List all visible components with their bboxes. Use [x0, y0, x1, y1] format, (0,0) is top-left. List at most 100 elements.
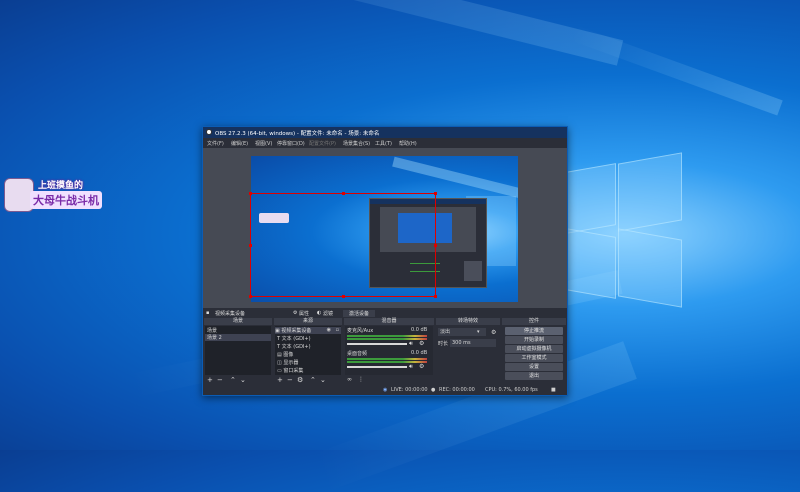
move-down-icon[interactable]: ⌄ [240, 376, 246, 384]
windows-logo [560, 150, 682, 310]
source-item[interactable]: ▣ 视频采集设备 ◉ ▫ [275, 327, 341, 334]
menu-edit[interactable]: 编辑(E) [231, 140, 248, 147]
move-down-icon[interactable]: ⌄ [320, 376, 326, 384]
channel-db: 0.0 dB [411, 327, 428, 333]
mixer-header: 混音器 [344, 318, 434, 325]
title-bar[interactable]: OBS 27.2.3 (64-bit, windows) - 配置文件: 未命名… [203, 127, 567, 138]
menu-profile: 配置文件(P) [309, 141, 336, 147]
mixer-panel: 麦克风/Aux 0.0 dB 🔊︎ ⚙ 桌面音频 0.0 dB 🔊︎ ⚙ [345, 326, 433, 375]
source-item[interactable]: ▤ 图像 [277, 351, 293, 358]
resize-handle[interactable] [342, 295, 345, 298]
resize-handle[interactable] [249, 295, 252, 298]
sources-dock: 来源 ▣ 视频采集设备 ◉ ▫ T 文本 (GDI+) T 文本 (GDI+) … [274, 318, 342, 385]
text-icon: T [277, 344, 281, 350]
volume-slider[interactable] [347, 366, 407, 368]
scenes-header: 场景 [204, 318, 272, 325]
maximize-button[interactable] [529, 128, 543, 137]
scene-item[interactable]: 场景 [207, 327, 217, 334]
mixer-footer: ∞ ⋮ [344, 375, 434, 385]
scenes-dock: 场景 场景 场景 2 + − ⌃ ⌄ [204, 318, 272, 385]
scenes-footer: + − ⌃ ⌄ [204, 375, 272, 385]
source-label: 文本 (GDI+) [281, 336, 311, 342]
move-up-icon[interactable]: ⌃ [310, 376, 316, 384]
resize-handle[interactable] [434, 192, 437, 195]
transitions-header: 转场特效 [436, 318, 500, 325]
source-item[interactable]: ▭ 窗口采集 [277, 367, 303, 374]
speaker-icon[interactable]: 🔊︎ [409, 340, 413, 348]
menu-scene-collection[interactable]: 场景集合(S) [343, 140, 370, 147]
studio-mode-button[interactable]: 工作室模式 [505, 354, 563, 362]
gear-icon[interactable]: ⚙ [297, 376, 303, 384]
menu-view[interactable]: 视图(V) [255, 140, 272, 147]
exit-button[interactable]: 退出 [505, 372, 563, 380]
cpu-fps: CPU: 0.7%, 60.00 fps [485, 387, 538, 393]
selection-box[interactable] [250, 193, 436, 297]
live-time: LIVE: 00:00:00 [391, 387, 428, 393]
settings-button[interactable]: 设置 [505, 363, 563, 371]
source-item[interactable]: ◫ 显示器 [277, 359, 298, 366]
gear-icon[interactable]: ⚙ [491, 329, 496, 336]
add-source-icon[interactable]: + [277, 376, 283, 384]
transitions-dock: 转场特效 淡出 ▾ ⚙ 时长 300 ms [436, 318, 500, 385]
remove-source-icon[interactable]: − [287, 376, 293, 384]
rec-time: REC: 00:00:00 [439, 387, 475, 393]
menu-file[interactable]: 文件(F) [207, 140, 224, 147]
source-label: 窗口采集 [283, 368, 304, 374]
source-item[interactable]: T 文本 (GDI+) [277, 343, 311, 350]
camera-icon: ▪ [206, 310, 210, 316]
add-scene-icon[interactable]: + [207, 376, 213, 384]
menu-docks[interactable]: 停靠窗口(D) [277, 140, 305, 147]
monitor-icon: ◫ [277, 360, 282, 366]
gear-icon: ⚙ [293, 310, 298, 316]
minimize-button[interactable] [511, 128, 525, 137]
duration-field[interactable]: 300 ms [450, 339, 496, 347]
menu-tools[interactable]: 工具(T) [375, 140, 392, 147]
window-icon: ▭ [277, 368, 282, 374]
resize-handle[interactable] [342, 192, 345, 195]
activate-device-button[interactable]: 激活设备 [343, 310, 376, 317]
scenes-list: 场景 场景 2 [205, 326, 271, 375]
gear-icon[interactable]: ⚙ [419, 340, 424, 347]
source-label: 视频采集设备 [281, 328, 312, 334]
volume-meter [347, 338, 427, 340]
lock-icon[interactable]: ▫ [336, 327, 339, 333]
menu-help[interactable]: 帮助(H) [399, 140, 417, 147]
close-button[interactable] [547, 128, 561, 137]
preview-area [203, 148, 567, 308]
sticker-line-1: 上班摸鱼的 [38, 181, 84, 191]
eye-icon[interactable]: ◉ [327, 327, 331, 333]
more-icon[interactable]: ⋮ [358, 376, 364, 383]
streamer-sticker: 上班摸鱼的 大母牛战斗机 [0, 176, 110, 214]
source-item[interactable]: T 文本 (GDI+) [277, 335, 311, 342]
status-square-icon: ■ [551, 387, 556, 393]
start-recording-button[interactable]: 开始录制 [505, 336, 563, 344]
move-up-icon[interactable]: ⌃ [230, 376, 236, 384]
nested-controls [464, 261, 482, 281]
resize-handle[interactable] [249, 244, 252, 247]
gear-icon[interactable]: ⚙ [419, 363, 424, 370]
duration-label: 时长 [438, 341, 449, 347]
sources-list: ▣ 视频采集设备 ◉ ▫ T 文本 (GDI+) T 文本 (GDI+) ▤ 图… [275, 326, 341, 375]
scene-item[interactable]: 场景 2 [205, 334, 271, 341]
resize-handle[interactable] [434, 295, 437, 298]
volume-slider[interactable] [347, 343, 407, 345]
virtual-camera-button[interactable]: 启动虚拟摄像机 [505, 345, 563, 353]
resize-handle[interactable] [434, 244, 437, 247]
link-icon[interactable]: ∞ [347, 376, 352, 383]
sources-footer: + − ⚙ ⌃ ⌄ [274, 375, 342, 385]
remove-scene-icon[interactable]: − [217, 376, 223, 384]
source-label: 文本 (GDI+) [281, 344, 311, 350]
volume-meter [347, 335, 427, 337]
sources-header: 来源 [274, 318, 342, 325]
resize-handle[interactable] [249, 192, 252, 195]
rec-icon: ● [431, 387, 436, 393]
speaker-icon[interactable]: 🔊︎ [409, 363, 413, 371]
stop-streaming-button[interactable]: 停止推流 [505, 327, 563, 335]
menu-bar: 文件(F) 编辑(E) 视图(V) 停靠窗口(D) 配置文件(P) 场景集合(S… [203, 138, 567, 148]
channel-name: 桌面音频 [347, 351, 368, 357]
filters-button[interactable]: 滤镜 [323, 310, 333, 317]
sticker-line-2: 大母牛战斗机 [30, 191, 102, 209]
current-source-name: 视频采集设备 [215, 311, 246, 317]
properties-button[interactable]: 属性 [299, 310, 309, 317]
window-title: OBS 27.2.3 (64-bit, windows) - 配置文件: 未命名… [215, 131, 380, 137]
